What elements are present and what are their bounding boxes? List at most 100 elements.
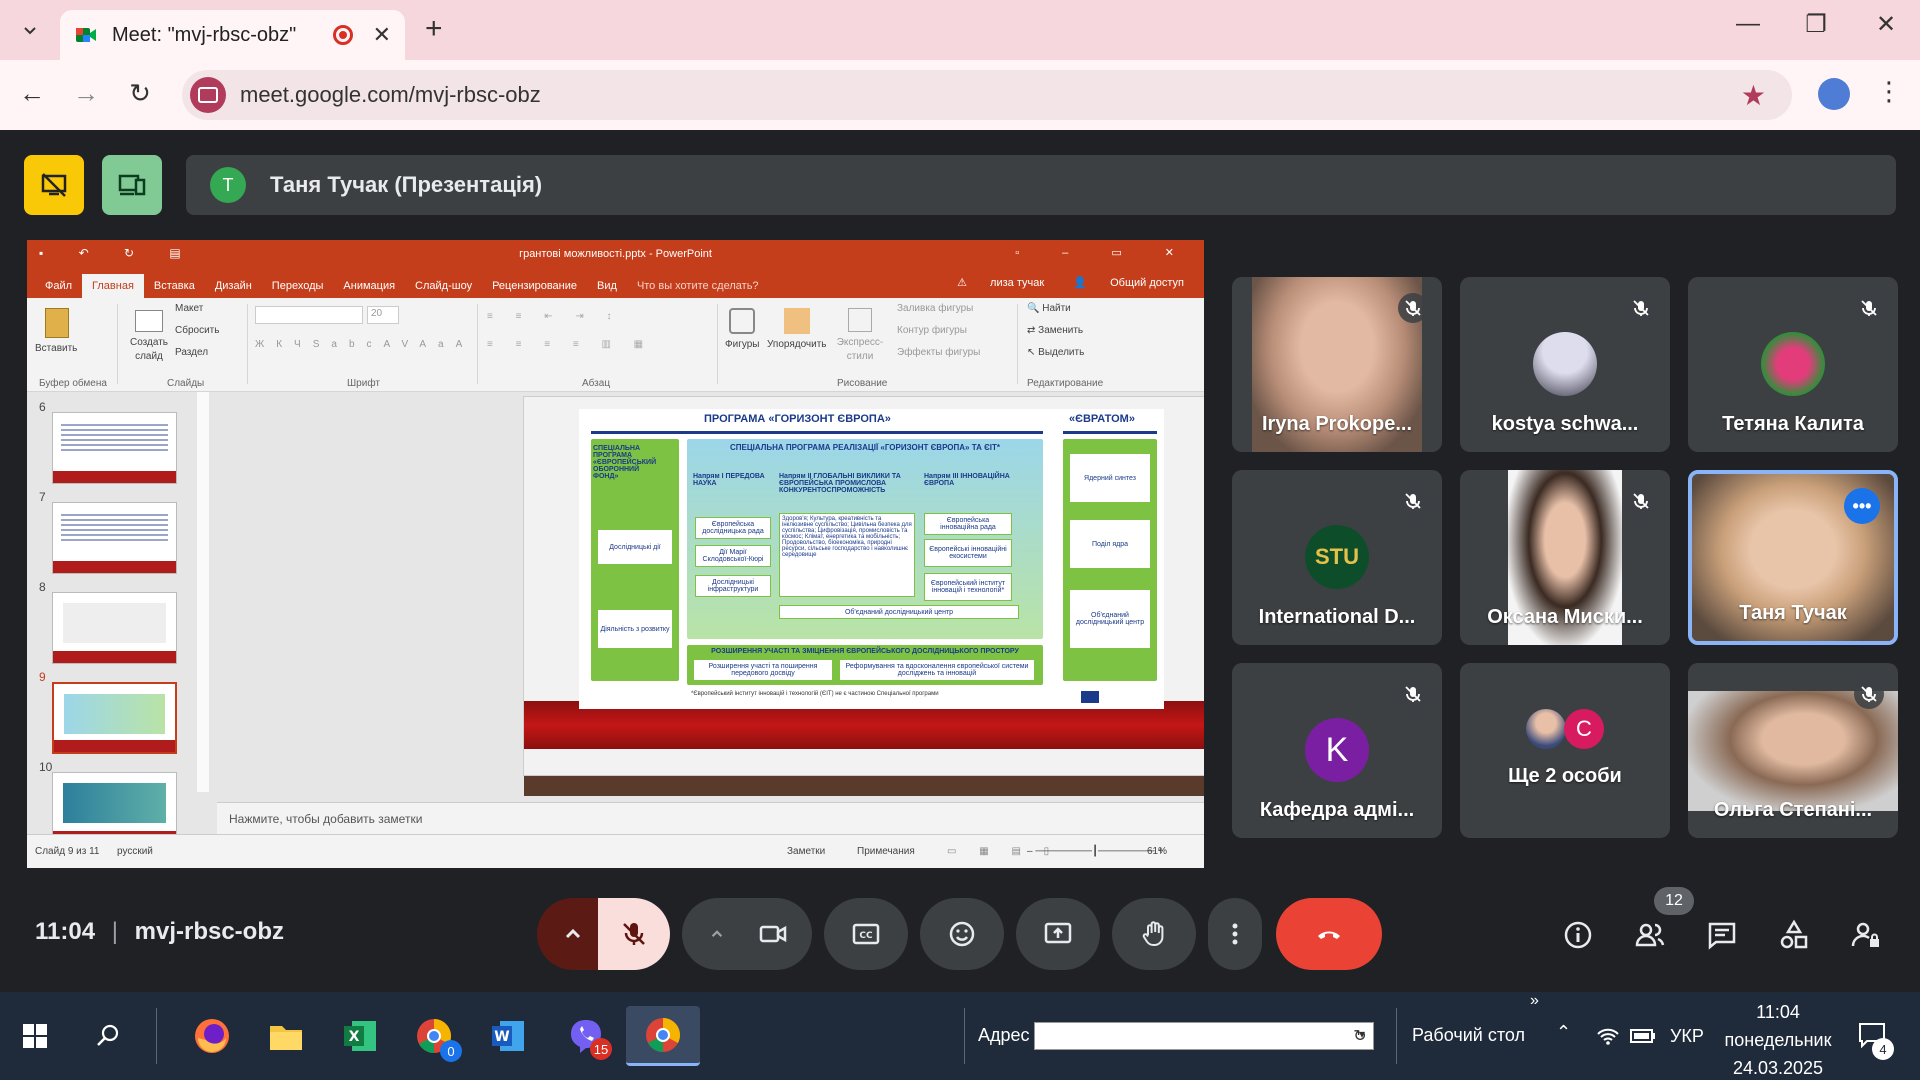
ppt-workspace: 6 7 8 9 10 ПРОГРАМА «ГОРИЗОНТ ЄВРОПА» «Є… [27,392,1204,844]
microphone-toggle-button[interactable] [598,898,670,970]
zoom-slider: – ────────┃──────── + [1027,846,1164,857]
participant-avatar [1533,332,1597,396]
meeting-details-button[interactable] [1558,915,1598,955]
address-bar[interactable]: meet.google.com/mvj-rbsc-obz ★ [182,70,1792,120]
taskbar-address-input[interactable]: ▾ [1034,1022,1374,1050]
video-camera-icon[interactable] [758,919,788,949]
chevron-up-icon[interactable] [706,923,728,945]
participant-tile[interactable]: Оксана Миски... [1460,470,1670,645]
notes-placeholder: Нажмите, чтобы добавить заметки [229,812,423,826]
raise-hand-button[interactable] [1112,898,1196,970]
ribbon-paste: Вставить [35,302,77,356]
tab-close-icon[interactable]: ✕ [373,22,391,48]
toolbar-expand-icon[interactable]: » [1530,992,1539,1010]
firefox-icon [195,1019,229,1053]
search-button[interactable] [78,1006,138,1066]
stop-presenting-button[interactable] [24,155,84,215]
ribbon-label-slides: Слайды [167,378,205,389]
close-window-button[interactable]: ✕ [1866,10,1906,39]
ppt-menu-animation: Анимация [343,280,396,292]
taskbar-chrome-active[interactable] [626,1006,700,1066]
taskbar-firefox[interactable] [182,1006,242,1066]
reload-button[interactable]: ↻ [122,78,158,109]
taskbar-excel[interactable]: X [330,1006,390,1066]
participant-tile[interactable]: STU International D... [1232,470,1442,645]
participant-initial-avatar: K [1305,718,1369,782]
pillar-1: Напрям I ПЕРЕДОВА НАУКА [693,473,765,487]
recording-icon [332,25,353,45]
erc-box: Європейська дослідницька рада [695,517,771,539]
more-options-button[interactable] [1208,898,1262,970]
host-controls-button[interactable] [1846,915,1886,955]
new-tab-button[interactable]: + [425,12,443,46]
battery-icon[interactable] [1630,1028,1656,1044]
participant-name: Тетяна Калита [1722,413,1864,435]
participant-tile[interactable]: Iryna Prokope... [1232,277,1442,452]
present-off-icon [41,173,67,197]
widening-box-2: Реформування та вдосконалення європейськ… [839,659,1035,681]
address-go-button[interactable]: ↻ [1346,1022,1374,1050]
ribbon-label-font: Шрифт [347,378,380,389]
fusion-box: Поділ ядра [1069,519,1151,569]
meeting-info: 11:04 | mvj-rbsc-obz [35,918,284,946]
taskbar-clock[interactable]: 11:04 понедельник 24.03.2025 [1716,998,1840,1080]
input-language[interactable]: УКР [1670,1026,1704,1047]
language-indicator: русский [117,846,153,857]
clock-day: понедельник [1724,1030,1832,1050]
reactions-button[interactable] [920,898,1004,970]
participant-tile-speaking[interactable]: ••• Таня Тучак [1688,470,1898,645]
taskbar-word[interactable]: W [478,1006,538,1066]
chat-button[interactable] [1702,915,1742,955]
tab-search-button[interactable] [12,12,48,48]
more-options-icon[interactable]: ••• [1844,488,1880,524]
more-vertical-icon [1232,923,1238,945]
start-button[interactable] [5,1006,65,1066]
restore-button[interactable]: ❐ [1796,10,1836,39]
people-button[interactable] [1630,915,1670,955]
participant-tile[interactable]: K Кафедра адмі... [1232,663,1442,838]
ppt-window-controls: ▫ – ▭ ✕ [1015,247,1194,259]
svg-text:X: X [349,1029,360,1045]
participant-tile[interactable]: Ольга Степані... [1688,663,1898,838]
participant-avatar [1526,709,1566,749]
ribbon-shapes: Фигуры [725,302,759,352]
slide-thumbnail [52,412,177,484]
tray-chevron-up-icon[interactable]: ⌃ [1556,1022,1571,1043]
participant-tile[interactable]: Тетяна Калита [1688,277,1898,452]
captions-button[interactable]: CC [824,898,908,970]
font-size-box: 20 [367,306,399,324]
address-toolbar-label: Адрес [978,1025,1030,1045]
layout-switch-button[interactable] [102,155,162,215]
ppt-ribbon: Вставить Создать слайд Макет Сбросить Ра… [27,298,1204,392]
bookmark-star-icon[interactable]: ★ [1741,79,1766,112]
mic-off-icon [1854,293,1884,323]
ribbon-separator [477,304,478,384]
wifi-icon[interactable] [1596,1026,1620,1046]
shared-screen-powerpoint: ▪ ↶ ↻ ▤ грантові можливості.pptx - Power… [27,240,1204,868]
taskbar-explorer[interactable] [256,1006,316,1066]
activities-button[interactable] [1774,915,1814,955]
participant-tile[interactable]: kostya schwa... [1460,277,1670,452]
present-now-button[interactable] [1016,898,1100,970]
ecosystems-box: Європейські інноваційні екосистеми [924,539,1012,567]
taskbar-viber[interactable]: 15 [556,1006,616,1066]
info-icon [1564,921,1592,949]
browser-tab-meet[interactable]: Meet: "mvj-rbsc-obz" ✕ [60,10,405,60]
participant-name: Таня Тучак [1739,602,1847,624]
warning-icon: ⚠ [957,277,967,289]
browser-menu-icon[interactable]: ⋮ [1876,76,1902,107]
forward-button[interactable]: → [68,78,104,109]
site-info-icon[interactable] [190,77,226,113]
thumbnails-scrollbar [197,392,209,792]
leave-call-button[interactable] [1276,898,1382,970]
participant-avatar: STU [1305,525,1369,589]
back-button[interactable]: ← [14,78,50,109]
minimize-button[interactable]: — [1728,10,1768,38]
present-screen-icon [1044,922,1072,944]
participant-tile-others[interactable]: C Ще 2 особи [1460,663,1670,838]
taskbar-chrome[interactable]: 0 [404,1006,464,1066]
profile-avatar[interactable] [1818,78,1850,110]
meeting-time: 11:04 [35,918,96,945]
zoom-level: 61% [1147,846,1168,857]
chrome-icon [646,1017,680,1052]
